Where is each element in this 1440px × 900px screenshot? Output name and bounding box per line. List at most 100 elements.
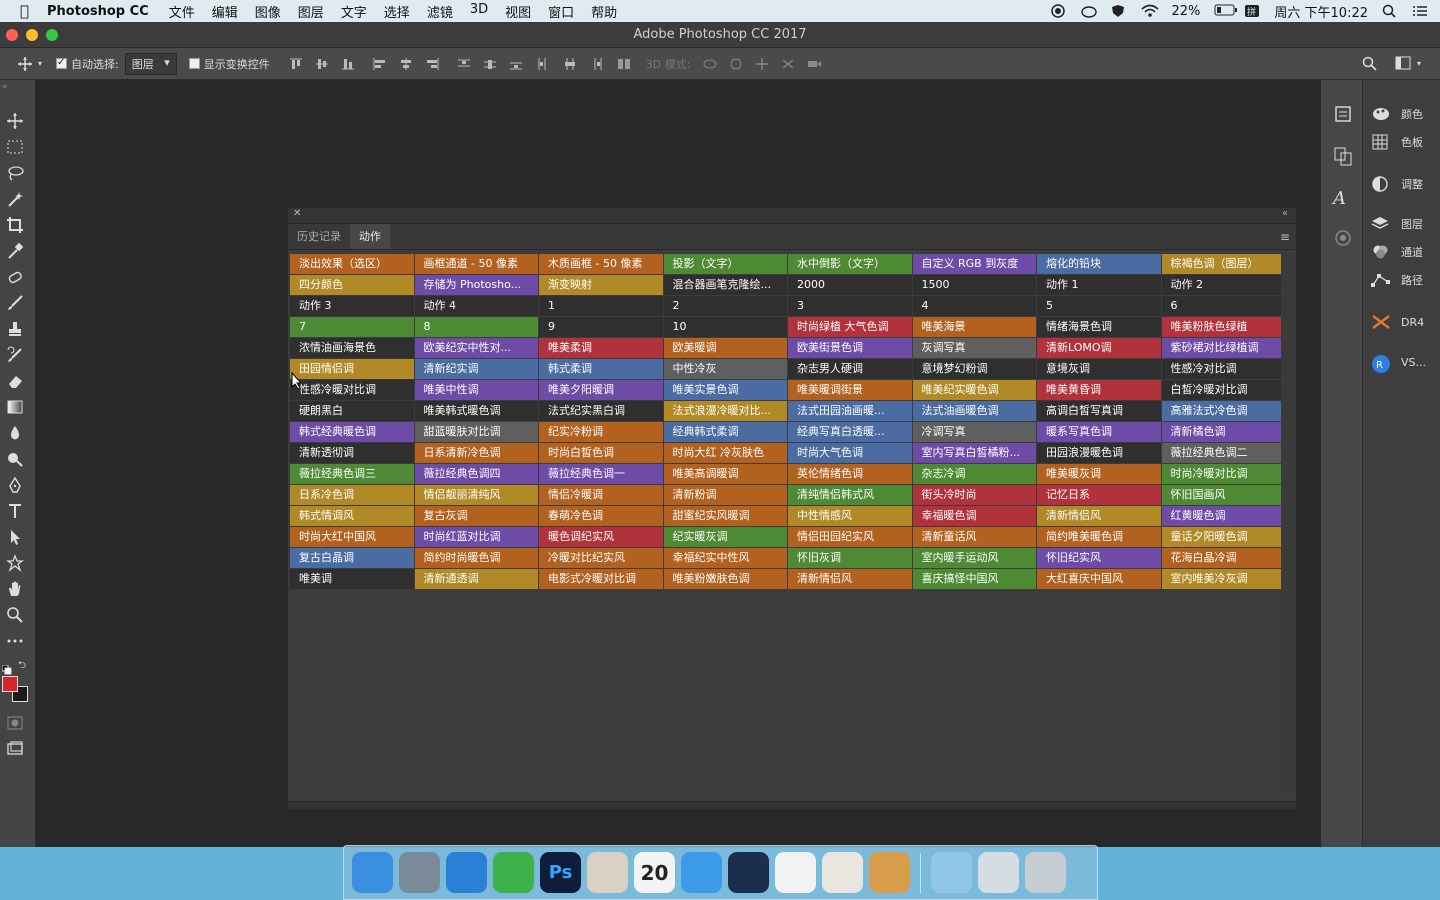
action-button[interactable]: 唯美粉肤色绿植 [1161, 317, 1285, 337]
magic-wand-tool-icon[interactable] [6, 190, 26, 210]
move-tool-icon[interactable] [6, 112, 26, 132]
apple-menu-icon[interactable]:  [20, 2, 29, 20]
libraries-icon[interactable] [1333, 228, 1353, 248]
cloud-status-icon[interactable] [1081, 4, 1098, 18]
character-styles-icon[interactable]: A [1333, 188, 1353, 209]
action-button[interactable]: 高雅法式冷色调 [1161, 401, 1285, 421]
panel-resize-handle[interactable] [288, 801, 1296, 809]
action-button[interactable]: 杂志冷调 [912, 464, 1036, 484]
action-button[interactable]: 5 [1037, 296, 1161, 316]
battery-icon[interactable] [1214, 4, 1238, 18]
action-button[interactable]: 水中倒影（文字） [788, 254, 912, 274]
properties-icon[interactable] [1333, 104, 1353, 124]
action-button[interactable]: 唯美黄昏调 [1037, 380, 1161, 400]
panel-paths[interactable]: 路径 [1371, 272, 1423, 288]
action-button[interactable]: 存储为 Photosho... [414, 275, 538, 295]
hand-tool-icon[interactable] [6, 580, 26, 600]
distribute-hcenter-icon[interactable] [562, 57, 580, 71]
action-button[interactable]: 灰调写真 [912, 338, 1036, 358]
finder-dock-icon[interactable] [352, 852, 393, 893]
action-button[interactable]: 硬朗黑白 [290, 401, 414, 421]
action-button[interactable]: 浓情油画海景色 [290, 338, 414, 358]
minimize-window-button[interactable] [26, 29, 38, 41]
lasso-tool-icon[interactable] [6, 164, 26, 184]
action-button[interactable]: 室内写真白皙橘粉... [912, 443, 1036, 463]
3d-slide-icon[interactable] [780, 57, 798, 71]
action-button[interactable]: 清新粉调 [663, 485, 787, 505]
safari-dock-icon[interactable] [446, 852, 487, 893]
eyedropper-tool-icon[interactable] [6, 242, 26, 262]
cloud-drive-dock-icon[interactable] [681, 852, 722, 893]
panel-color[interactable]: 颜色 [1371, 106, 1423, 122]
move-tool-preset-icon[interactable]: ▾ [16, 56, 42, 72]
distribute-vcenter-icon[interactable] [482, 57, 500, 71]
action-button[interactable]: 清纯情侣韩式风 [788, 485, 912, 505]
action-button[interactable]: 简约时尚暖色调 [414, 548, 538, 568]
action-button[interactable]: 淡出效果（选区） [290, 254, 414, 274]
notification-center-icon[interactable] [1412, 4, 1428, 18]
action-button[interactable]: 1 [539, 296, 663, 316]
action-button[interactable]: 街头冷时尚 [912, 485, 1036, 505]
action-button[interactable]: 日系清新冷色调 [414, 443, 538, 463]
show-transform-checkbox[interactable] [188, 58, 200, 69]
action-button[interactable]: 时尚大红 冷灰肤色 [663, 443, 787, 463]
action-button[interactable]: 室内暖手运动风 [912, 548, 1036, 568]
action-button[interactable]: 暖色调纪实风 [539, 527, 663, 547]
menu-item[interactable]: 滤镜 [427, 2, 453, 21]
spotlight-search-icon[interactable] [1382, 4, 1398, 18]
photoshop-dock-icon[interactable]: Ps [540, 852, 581, 893]
action-button[interactable]: 欧美纪实中性对... [414, 338, 538, 358]
action-button[interactable]: 渐变映射 [539, 275, 663, 295]
action-button[interactable]: 薇拉经典色调三 [290, 464, 414, 484]
action-button[interactable]: 唯美暖灰调 [1037, 464, 1161, 484]
panel-adjustments[interactable]: 调整 [1371, 176, 1423, 192]
action-button[interactable]: 怀旧灰调 [788, 548, 912, 568]
action-button[interactable]: 简约唯美暖色调 [1037, 527, 1161, 547]
action-button[interactable]: 时尚大气色调 [788, 443, 912, 463]
action-button[interactable]: 3 [788, 296, 912, 316]
action-button[interactable]: 情绪海景色调 [1037, 317, 1161, 337]
distribute-bottom-icon[interactable] [508, 57, 526, 71]
zoom-tool-icon[interactable] [6, 606, 26, 626]
keyboard-dock-icon[interactable] [978, 852, 1019, 893]
quicktime-dock-icon[interactable] [728, 852, 769, 893]
action-button[interactable]: 清新通透调 [414, 569, 538, 589]
wechat-dock-icon[interactable] [493, 852, 534, 893]
calendar-dock-icon[interactable]: 20 [634, 852, 675, 893]
action-button[interactable]: 熔化的铅块 [1037, 254, 1161, 274]
action-button[interactable]: 唯美暖调街景 [788, 380, 912, 400]
action-button[interactable]: 木质画框 - 50 像素 [539, 254, 663, 274]
menu-item[interactable]: 帮助 [591, 2, 617, 21]
action-button[interactable]: 10 [663, 317, 787, 337]
action-button[interactable]: 喜庆搞怪中国风 [912, 569, 1036, 589]
action-button[interactable]: 9 [539, 317, 663, 337]
launchpad-dock-icon[interactable] [399, 852, 440, 893]
action-button[interactable]: 室内唯美冷灰调 [1161, 569, 1285, 589]
menu-item[interactable]: 编辑 [212, 2, 238, 21]
action-button[interactable]: 4 [912, 296, 1036, 316]
panel-vs[interactable]: R VS... [1371, 354, 1426, 373]
distribute-top-icon[interactable] [456, 57, 474, 71]
action-button[interactable]: 情侣靓丽清纯风 [414, 485, 538, 505]
action-button[interactable]: 2 [663, 296, 787, 316]
action-button[interactable]: 6 [1161, 296, 1285, 316]
action-button[interactable]: 意境灰调 [1037, 359, 1161, 379]
3d-drag-icon[interactable] [754, 57, 772, 71]
action-button[interactable]: 情侣田园纪实风 [788, 527, 912, 547]
align-vcenter-icon[interactable] [314, 57, 332, 71]
brush-tool-icon[interactable] [6, 294, 26, 314]
type-tool-icon[interactable] [6, 502, 26, 522]
action-button[interactable]: 杂志男人硬调 [788, 359, 912, 379]
3d-scale-icon[interactable] [806, 57, 824, 71]
action-button[interactable]: 清新透彻调 [290, 443, 414, 463]
gradient-tool-icon[interactable] [6, 398, 26, 418]
action-button[interactable]: 高调白皙写真调 [1037, 401, 1161, 421]
vertical-scrollbar[interactable] [1281, 254, 1295, 794]
archive-dock-icon[interactable] [869, 852, 910, 893]
action-button[interactable]: 画框通道 - 50 像素 [414, 254, 538, 274]
action-button[interactable]: 时尚白皙色调 [539, 443, 663, 463]
action-button[interactable]: 田园情侣调 [290, 359, 414, 379]
action-button[interactable]: 唯美纪实暖色调 [912, 380, 1036, 400]
action-button[interactable]: 电影式冷暖对比调 [539, 569, 663, 589]
action-button[interactable]: 唯美海景 [912, 317, 1036, 337]
